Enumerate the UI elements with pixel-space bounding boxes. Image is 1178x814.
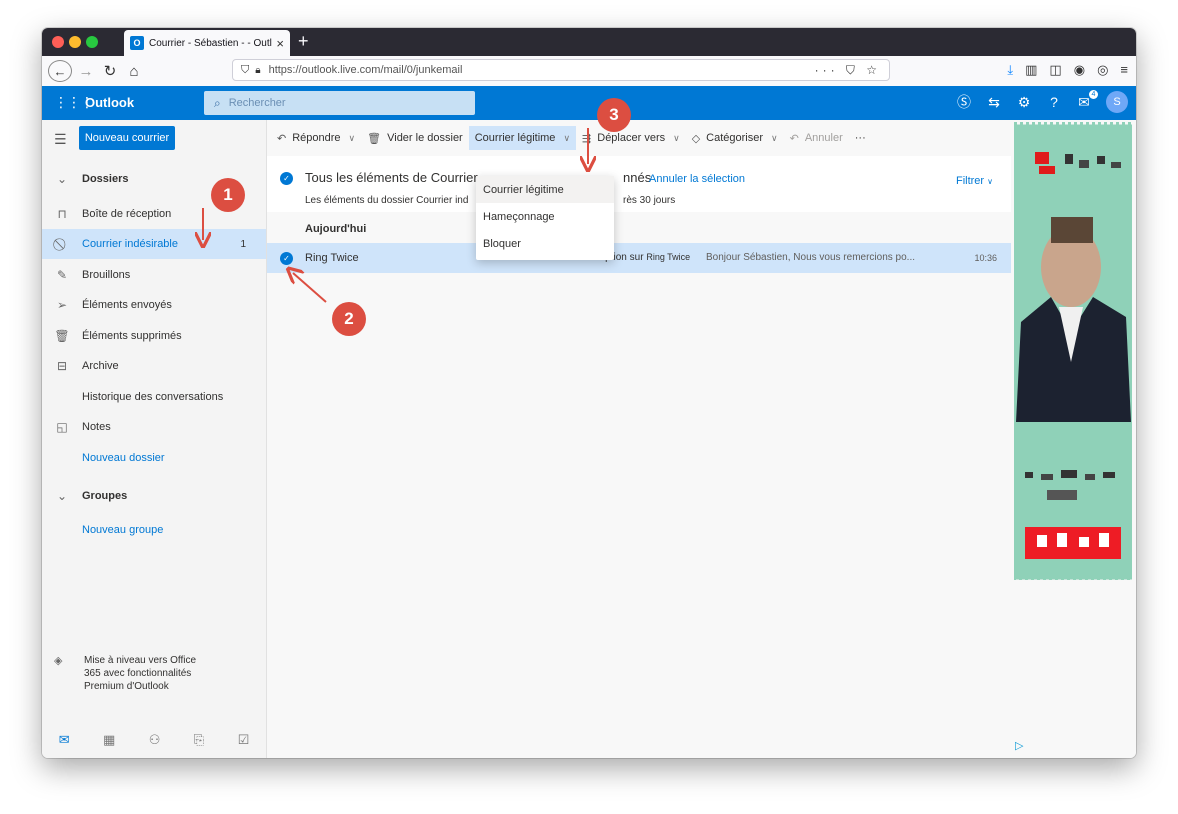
annotation-badge-1: 1 xyxy=(211,178,245,212)
annotation-badge-2: 2 xyxy=(332,302,366,336)
annotation-badge-3: 3 xyxy=(597,98,631,132)
annotation-arrows xyxy=(0,128,1178,303)
arrow-2 xyxy=(293,273,327,303)
